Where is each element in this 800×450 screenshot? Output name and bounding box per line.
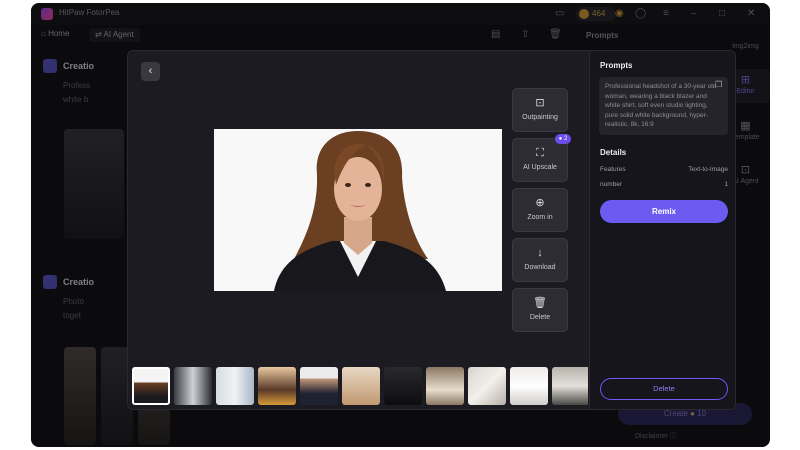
prompt-text: Professional headshot of a 30-year old w… <box>605 83 717 128</box>
remix-label: Remix <box>651 207 676 216</box>
details-heading: Details <box>600 148 627 157</box>
number-value: 1 <box>724 181 728 188</box>
upscale-badge: ● 2 <box>555 134 571 144</box>
zoom-in-button[interactable]: ⊕ Zoom in <box>512 188 568 232</box>
thumbnail-7[interactable] <box>384 367 422 405</box>
thumbnail-10[interactable] <box>510 367 548 405</box>
app-window: HitPaw FotorPea ▭ 464 ◉ ◯ ≡ – □ ✕ ⌂ Home… <box>31 3 770 447</box>
number-label: number <box>600 181 623 188</box>
details-panel: Prompts Professional headshot of a 30-ye… <box>589 51 735 409</box>
delete-button[interactable]: Delete <box>600 378 728 400</box>
features-value: Text-to-Image <box>688 166 728 173</box>
thumbnail-3[interactable] <box>216 367 254 405</box>
delete-label: Delete <box>653 384 675 393</box>
outpainting-button[interactable]: ⊡ Outpainting <box>512 88 568 132</box>
tool-label: Outpainting <box>522 114 558 121</box>
back-button[interactable]: ‹ <box>141 62 160 81</box>
thumbnail-6[interactable] <box>342 367 380 405</box>
prompt-textbox[interactable]: Professional headshot of a 30-year old w… <box>599 77 728 135</box>
delete-tool-button[interactable]: 🗑 Delete <box>512 288 568 332</box>
thumbnail-1[interactable] <box>132 367 170 405</box>
thumbnail-2[interactable] <box>174 367 212 405</box>
tool-label: Download <box>524 264 556 271</box>
tool-label: Delete <box>529 314 551 321</box>
tool-label: Zoom in <box>527 214 553 221</box>
image-preview-modal: ‹ ⊡ Outpainting ⛶ AI Upscale ● 2 ⊕ Zoom … <box>127 50 736 410</box>
upscale-badge-count: 2 <box>563 136 568 142</box>
prompts-heading: Prompts <box>600 61 633 70</box>
tool-label: AI Upscale <box>523 164 557 171</box>
thumbnail-5[interactable] <box>300 367 338 405</box>
thumbnail-strip <box>132 366 588 406</box>
generated-image[interactable] <box>214 129 502 291</box>
thumbnail-8[interactable] <box>426 367 464 405</box>
outpainting-icon: ⊡ <box>535 97 545 109</box>
chevron-left-icon: ‹ <box>148 65 153 77</box>
zoom-in-icon: ⊕ <box>535 197 545 209</box>
trash-icon: 🗑 <box>533 297 547 309</box>
thumbnail-11[interactable] <box>552 367 588 405</box>
portrait-image <box>214 129 502 291</box>
upscale-icon: ⛶ <box>536 147 544 159</box>
remix-button[interactable]: Remix <box>600 200 728 223</box>
download-button[interactable]: ↓ Download <box>512 238 568 282</box>
ai-upscale-button[interactable]: ⛶ AI Upscale <box>512 138 568 182</box>
thumbnail-9[interactable] <box>468 367 506 405</box>
copy-icon[interactable]: ❐ <box>715 80 722 89</box>
features-label: Features <box>600 166 626 173</box>
thumbnail-4[interactable] <box>258 367 296 405</box>
download-icon: ↓ <box>537 247 543 259</box>
